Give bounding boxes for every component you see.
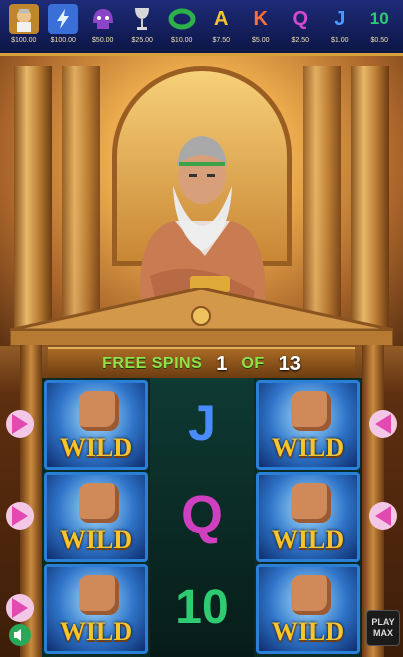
paytable-item: $100.00 — [7, 4, 41, 54]
payline-arrow-left-icon — [12, 414, 28, 434]
fist-icon — [291, 391, 331, 431]
temple-pediment — [10, 288, 393, 347]
free-spins-current: 1 — [216, 352, 228, 375]
speaker-icon — [9, 624, 31, 646]
play-max-button[interactable]: PLAY MAX — [366, 610, 400, 646]
paytable-symbol-k: K — [253, 7, 268, 30]
paytable-value: $25.00 — [131, 37, 153, 44]
paytable-item: 10 $0.50 — [362, 4, 396, 54]
paytable-item: $50.00 — [86, 4, 120, 54]
wild-label: WILD — [271, 525, 345, 554]
paytable-value: $5.00 — [251, 37, 270, 44]
wild-symbol: WILD — [256, 472, 360, 562]
payline-arrow-left-icon — [12, 506, 28, 526]
wild-symbol: WILD — [256, 564, 360, 654]
paytable-item: $100.00 — [46, 4, 80, 54]
paytable-value: $2.50 — [291, 37, 310, 44]
wild-symbol: WILD — [44, 564, 148, 654]
paytable-item: A $7.50 — [204, 4, 238, 54]
paytable-symbol-q: Q — [292, 7, 309, 30]
paytable-bar: $100.00 $100.00 $50.00 $25.00 $10.00 A $… — [0, 0, 403, 56]
wild-label: WILD — [59, 617, 133, 646]
paytable-value: $50.00 — [92, 37, 114, 44]
laurel-icon — [167, 4, 197, 34]
paytable-symbol-a: A — [214, 7, 229, 30]
fist-icon — [79, 391, 119, 431]
symbol-10: 10 — [175, 580, 229, 634]
payline-arrow-right-icon — [375, 414, 391, 434]
lightning-icon — [48, 4, 79, 34]
wild-label: WILD — [271, 617, 345, 646]
paytable-item: $25.00 — [125, 4, 159, 54]
free-spins-banner: FREE SPINS 1 OF 13 — [48, 347, 355, 381]
free-spins-of-label: OF — [241, 355, 265, 372]
paytable-value: $7.50 — [212, 37, 231, 44]
wild-label: WILD — [271, 433, 345, 462]
symbol-j: J — [188, 395, 216, 451]
wild-symbol: WILD — [44, 472, 148, 562]
free-spins-total: 13 — [278, 352, 301, 375]
zeus-portrait-icon — [8, 4, 39, 34]
slot-game: $100.00 $100.00 $50.00 $25.00 $10.00 A $… — [0, 0, 403, 657]
temple-scene — [0, 56, 403, 347]
paytable-item: Q $2.50 — [283, 4, 317, 54]
play-max-label-line2: MAX — [373, 628, 393, 638]
paytable-symbol-j: J — [334, 7, 346, 30]
symbol-q: Q — [180, 485, 223, 545]
paytable-value: $100.00 — [50, 37, 76, 44]
fist-icon — [79, 575, 119, 615]
sound-button[interactable] — [8, 624, 32, 646]
payline-arrow-left-icon — [12, 598, 28, 618]
paytable-symbol-10: 10 — [369, 9, 389, 28]
fist-icon — [79, 483, 119, 523]
paytable-item: J $1.00 — [323, 4, 357, 54]
paytable-item: $10.00 — [165, 4, 199, 54]
chalice-icon — [127, 4, 157, 34]
wild-symbol: WILD — [44, 380, 148, 470]
paytable-value: $100.00 — [11, 37, 37, 44]
paytable-value: $1.00 — [330, 37, 349, 44]
paytable-item: K $5.00 — [244, 4, 278, 54]
reel-right: WILD WILD WILD — [254, 378, 362, 657]
payline-arrow-right-icon — [375, 506, 391, 526]
helmet-icon — [88, 4, 118, 34]
wild-label: WILD — [59, 525, 133, 554]
reel-left: WILD WILD WILD — [42, 378, 150, 657]
fist-icon — [291, 483, 331, 523]
wild-symbol: WILD — [256, 380, 360, 470]
reel-middle: J Q 10 — [150, 378, 254, 657]
reel-grid: WILD WILD WILD J Q 10 WILD WILD WILD — [42, 378, 362, 657]
free-spins-label: FREE SPINS — [102, 355, 203, 372]
paytable-value: $0.50 — [370, 37, 389, 44]
paytable-value: $10.00 — [171, 37, 193, 44]
fist-icon — [291, 575, 331, 615]
play-max-label-line1: PLAY — [371, 617, 395, 627]
wild-label: WILD — [59, 433, 133, 462]
